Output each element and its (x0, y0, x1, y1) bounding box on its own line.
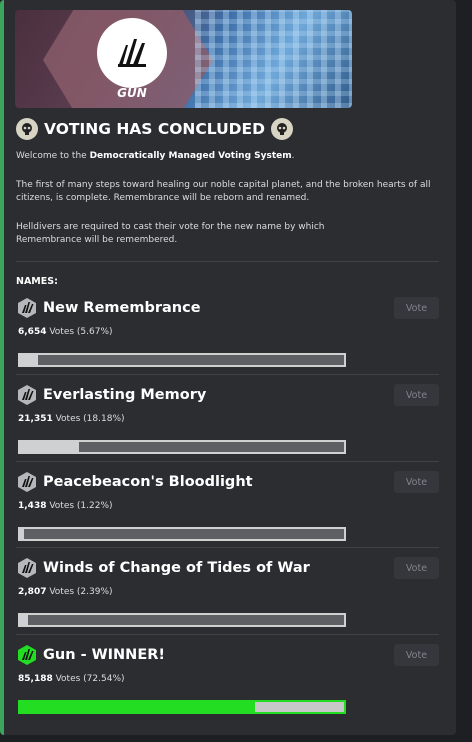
intro-paragraph: The first of many steps toward healing o… (16, 179, 436, 204)
option-votes: 6,654 Votes (5.67%) (18, 327, 113, 337)
vote-percent: Votes (72.54%) (52, 674, 125, 684)
vote-progress-bar (18, 527, 346, 541)
skull-badge-icon (16, 118, 38, 140)
option-name: Everlasting Memory (43, 387, 207, 403)
welcome-prefix: Welcome to the (16, 151, 90, 161)
poll-option: Everlasting Memory Vote 21,351 Votes (18… (16, 374, 439, 459)
poll-embed: GUN VOTING HAS CONCLUDED Welcome to the … (0, 0, 456, 735)
vote-button[interactable]: Vote (394, 471, 439, 493)
vote-count: 1,438 (18, 501, 47, 511)
vote-count: 21,351 (18, 414, 53, 424)
vote-progress-fill (20, 529, 24, 539)
vote-count: 6,654 (18, 327, 47, 337)
divider (16, 261, 439, 262)
intro-line: The first of many steps toward healing o… (16, 180, 431, 190)
hex-option-icon (18, 298, 36, 318)
names-label: NAMES: (16, 276, 58, 287)
welcome-text: Welcome to the Democratically Managed Vo… (16, 150, 436, 163)
poll-heading: VOTING HAS CONCLUDED (16, 118, 293, 140)
skull-badge-icon (271, 118, 293, 140)
poll-option: Gun - WINNER! Vote 85,188 Votes (72.54%) (16, 634, 439, 719)
instruction-line: Helldivers are required to cast their vo… (16, 222, 325, 232)
hex-option-icon (18, 645, 36, 665)
banner-logo-text: GUN (117, 86, 147, 100)
welcome-bold: Democratically Managed Voting System (89, 151, 292, 161)
vote-button[interactable]: Vote (394, 557, 439, 579)
vote-button[interactable]: Vote (394, 644, 439, 666)
intro-line: citizens, is complete. Remembrance will … (16, 192, 310, 203)
option-name: Winds of Change of Tides of War (43, 560, 310, 576)
hex-option-icon (18, 472, 36, 492)
vote-progress-fill (20, 615, 28, 625)
option-title: Peacebeacon's Bloodlight (16, 471, 253, 493)
vote-count: 85,188 (18, 674, 53, 684)
vote-button[interactable]: Vote (394, 384, 439, 406)
vote-percent: Votes (2.39%) (46, 587, 113, 597)
option-divider (16, 374, 439, 375)
poll-option: Winds of Change of Tides of War Vote 2,8… (16, 547, 439, 632)
instruction-paragraph: Helldivers are required to cast their vo… (16, 221, 436, 246)
instruction-line: Remembrance will be remembered. (16, 234, 178, 245)
banner-image: GUN (15, 10, 352, 108)
option-title: Winds of Change of Tides of War (16, 557, 310, 579)
option-title: Everlasting Memory (16, 384, 206, 406)
option-votes: 21,351 Votes (18.18%) (18, 414, 125, 424)
poll-option: Peacebeacon's Bloodlight Vote 1,438 Vote… (16, 461, 439, 546)
hex-option-icon (18, 385, 36, 405)
vote-progress-fill (20, 442, 79, 452)
heading-text: VOTING HAS CONCLUDED (44, 120, 265, 138)
vote-percent: Votes (1.22%) (46, 501, 113, 511)
vote-progress-bar (18, 613, 346, 627)
option-title: Gun - WINNER! (16, 644, 165, 666)
gun-logo (97, 18, 167, 88)
vote-progress-fill (20, 702, 256, 712)
vote-progress-bar (18, 440, 346, 454)
vote-progress-bar (18, 353, 346, 367)
option-votes: 2,807 Votes (2.39%) (18, 587, 113, 597)
vote-percent: Votes (5.67%) (46, 327, 113, 337)
vote-percent: Votes (18.18%) (52, 414, 125, 424)
vote-count: 2,807 (18, 587, 47, 597)
hex-option-icon (18, 558, 36, 578)
option-title: New Remembrance (16, 297, 201, 319)
option-name: New Remembrance (43, 300, 201, 316)
option-votes: 1,438 Votes (1.22%) (18, 501, 113, 511)
option-name: Peacebeacon's Bloodlight (43, 474, 253, 490)
option-divider (16, 461, 439, 462)
poll-option: New Remembrance Vote 6,654 Votes (5.67%) (16, 297, 439, 372)
vote-button[interactable]: Vote (394, 297, 439, 319)
vote-progress-fill (20, 355, 39, 365)
welcome-suffix: . (291, 151, 295, 161)
option-votes: 85,188 Votes (72.54%) (18, 674, 125, 684)
option-name: Gun - WINNER! (43, 647, 166, 663)
option-divider (16, 634, 439, 635)
vote-progress-bar (18, 700, 346, 714)
option-divider (16, 547, 439, 548)
